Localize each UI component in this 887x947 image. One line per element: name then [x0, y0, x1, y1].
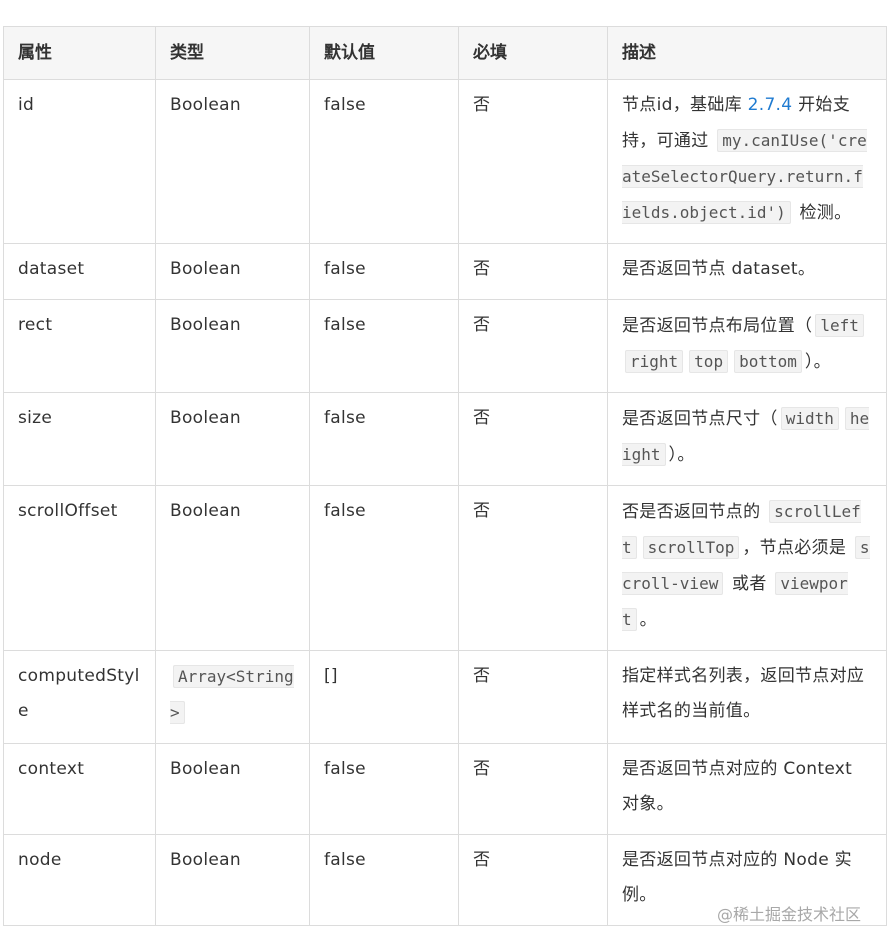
- cell-required: 否: [458, 299, 608, 393]
- inline-code: left: [815, 314, 864, 337]
- header-type: 类型: [155, 26, 310, 80]
- cell-property: id: [3, 79, 156, 244]
- cell-default: false: [309, 485, 459, 651]
- version-link[interactable]: 2.7.4: [748, 95, 793, 115]
- cell-required: 否: [458, 79, 608, 244]
- cell-required: 否: [458, 834, 608, 926]
- table-body: id Boolean false 否节点id，基础库 2.7.4 开始支持，可通过 m…: [3, 79, 887, 926]
- inline-code: right: [625, 350, 684, 373]
- cell-type: Array<String>: [155, 650, 310, 744]
- cell-description: 是否返回节点尺寸（ width height）。: [607, 392, 887, 486]
- cell-description: 是否返回节点 dataset。: [607, 243, 887, 300]
- table-row: context Boolean false 否是否返回节点对应的 Context 对象…: [3, 743, 887, 835]
- cell-default: false: [309, 299, 459, 393]
- table-row: id Boolean false 否节点id，基础库 2.7.4 开始支持，可通过 m…: [3, 79, 887, 244]
- cell-default: []: [309, 650, 459, 744]
- cell-required: 否: [458, 392, 608, 486]
- cell-property: dataset: [3, 243, 156, 300]
- description-text: 或者: [726, 574, 773, 594]
- description-text: 是否返回节点对应的 Context 对象。: [622, 759, 853, 814]
- header-property: 属性: [3, 26, 156, 80]
- cell-property: size: [3, 392, 156, 486]
- table-row: dataset Boolean false 否是否返回节点 dataset。: [3, 243, 887, 300]
- cell-property: rect: [3, 299, 156, 393]
- inline-code: bottom: [734, 350, 802, 373]
- watermark: @稀土掘金技术社区: [716, 905, 861, 924]
- description-text: ）。: [668, 445, 695, 465]
- description-text: ）。: [804, 352, 831, 372]
- cell-description: 是否返回节点布局位置（ left right top bottom）。: [607, 299, 887, 393]
- table-row: rect Boolean false 否是否返回节点布局位置（ left right top…: [3, 299, 887, 393]
- cell-property: scrollOffset: [3, 485, 156, 651]
- table-row: computedStyle Array<String> [] 否指定样式名列表，返回节…: [3, 650, 887, 744]
- header-default: 默认值: [309, 26, 459, 80]
- cell-type: Boolean: [155, 79, 310, 244]
- cell-default: false: [309, 79, 459, 244]
- cell-default: false: [309, 743, 459, 835]
- cell-required: 否: [458, 485, 608, 651]
- table-row: scrollOffset Boolean false 否否是否返回节点的 scroll…: [3, 485, 887, 651]
- cell-description: 是否返回节点对应的 Context 对象。: [607, 743, 887, 835]
- description-text: 检测。: [793, 203, 852, 223]
- cell-description: 节点id，基础库 2.7.4 开始支持，可通过 my.canIUse('crea…: [607, 79, 887, 244]
- table-header-row: 属性 类型 默认值 必填 描述: [3, 26, 887, 80]
- cell-property: context: [3, 743, 156, 835]
- header-description: 描述: [607, 26, 887, 80]
- cell-property: node: [3, 834, 156, 926]
- description-text: 是否返回节点尺寸（: [622, 409, 778, 429]
- properties-table: 属性 类型 默认值 必填 描述 id Boolean false 否节点id，基础库 …: [3, 26, 887, 926]
- description-text: 是否返回节点 dataset。: [622, 259, 816, 279]
- description-text: 节点id，基础库: [622, 95, 748, 115]
- inline-code: width: [780, 407, 839, 430]
- cell-description: 否是否返回节点的 scrollLeft scrollTop ，节点必须是 scrol…: [607, 485, 887, 651]
- cell-required: 否: [458, 743, 608, 835]
- cell-type: Boolean: [155, 299, 310, 393]
- description-text: 指定样式名列表，返回节点对应样式名的当前值。: [622, 666, 865, 721]
- cell-type: Boolean: [155, 243, 310, 300]
- table-row: size Boolean false 否是否返回节点尺寸（ width height）。: [3, 392, 887, 486]
- cell-required: 否: [458, 650, 608, 744]
- inline-code: scrollTop: [642, 536, 740, 559]
- description-text: 。: [639, 610, 657, 630]
- inline-code: top: [689, 350, 729, 373]
- cell-type: Boolean: [155, 392, 310, 486]
- cell-default: false: [309, 834, 459, 926]
- cell-default: false: [309, 243, 459, 300]
- description-text: 是否返回节点布局位置（: [622, 316, 813, 336]
- cell-type: Boolean: [155, 485, 310, 651]
- cell-required: 否: [458, 243, 608, 300]
- header-required: 必填: [458, 26, 608, 80]
- description-text: ，节点必须是: [742, 538, 852, 558]
- type-code: Array<String>: [170, 665, 294, 724]
- cell-type: Boolean: [155, 743, 310, 835]
- description-text: 是否返回节点对应的 Node 实例。: [622, 850, 852, 905]
- description-text: 否是否返回节点的: [622, 502, 767, 522]
- cell-property: computedStyle: [3, 650, 156, 744]
- cell-default: false: [309, 392, 459, 486]
- cell-description: 指定样式名列表，返回节点对应样式名的当前值。: [607, 650, 887, 744]
- cell-type: Boolean: [155, 834, 310, 926]
